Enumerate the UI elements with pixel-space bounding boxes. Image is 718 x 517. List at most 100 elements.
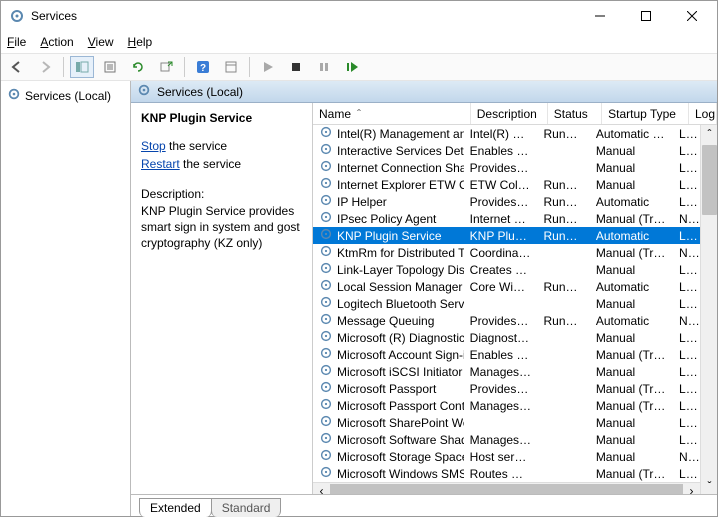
table-row[interactable]: Local Session ManagerCore Windo...Runnin… bbox=[313, 278, 700, 295]
service-startup: Manual bbox=[590, 144, 673, 158]
menu-view[interactable]: View bbox=[88, 35, 114, 49]
svg-text:?: ? bbox=[200, 63, 206, 74]
table-row[interactable]: Microsoft Account Sign-in ...Enables use… bbox=[313, 346, 700, 363]
service-description: Diagnostics ... bbox=[464, 331, 538, 345]
service-description: Manages so... bbox=[464, 433, 538, 447]
gear-icon bbox=[319, 142, 333, 159]
scroll-right-icon[interactable]: › bbox=[683, 483, 700, 495]
gear-icon bbox=[7, 87, 21, 104]
sort-asc-icon: ˆ bbox=[357, 107, 361, 121]
table-row[interactable]: Internet Connection Sharin...Provides ne… bbox=[313, 159, 700, 176]
table-row[interactable]: Internet Explorer ETW Colle...ETW Collec… bbox=[313, 176, 700, 193]
table-row[interactable]: Microsoft Software Shadow...Manages so..… bbox=[313, 431, 700, 448]
table-row[interactable]: Microsoft (R) Diagnostics H...Diagnostic… bbox=[313, 329, 700, 346]
table-row[interactable]: Microsoft iSCSI Initiator Ser...Manages … bbox=[313, 363, 700, 380]
tab-extended[interactable]: Extended bbox=[139, 498, 212, 517]
table-row[interactable]: IP HelperProvides tu...RunningAutomaticL… bbox=[313, 193, 700, 210]
service-logon: Net bbox=[673, 246, 700, 260]
table-row[interactable]: Microsoft Passport ContainerManages lo..… bbox=[313, 397, 700, 414]
table-row[interactable]: Message QueuingProvides a ...RunningAuto… bbox=[313, 312, 700, 329]
table-row[interactable]: Microsoft Storage Spaces S...Host servic… bbox=[313, 448, 700, 465]
maximize-button[interactable] bbox=[623, 1, 669, 31]
service-name: Message Queuing bbox=[337, 314, 434, 328]
start-service-button[interactable] bbox=[256, 56, 280, 78]
properties-button[interactable] bbox=[98, 56, 122, 78]
tree-node-label: Services (Local) bbox=[25, 89, 111, 103]
scroll-left-icon[interactable]: ‹ bbox=[313, 483, 330, 495]
service-description: Provides tu... bbox=[464, 195, 538, 209]
service-description: Host service... bbox=[464, 450, 538, 464]
table-row[interactable]: Link-Layer Topology Discov...Creates a N… bbox=[313, 261, 700, 278]
service-name: Microsoft Account Sign-in ... bbox=[337, 348, 464, 362]
restart-service-link[interactable]: Restart bbox=[141, 157, 180, 171]
table-row[interactable]: Logitech Bluetooth ServiceManualLoc bbox=[313, 295, 700, 312]
gear-icon bbox=[319, 380, 333, 397]
service-description: Provides pr... bbox=[464, 382, 538, 396]
table-row[interactable]: Microsoft Windows SMS Ro...Routes mes...… bbox=[313, 465, 700, 482]
tab-standard[interactable]: Standard bbox=[211, 498, 282, 517]
export-button[interactable] bbox=[154, 56, 178, 78]
vertical-scrollbar[interactable]: ˆ ˇ bbox=[700, 125, 717, 494]
service-name: Microsoft Software Shadow... bbox=[337, 433, 464, 447]
table-row[interactable]: KNP Plugin ServiceKNP Plugin ...RunningA… bbox=[313, 227, 700, 244]
column-status[interactable]: Status bbox=[548, 103, 602, 124]
pause-service-button[interactable] bbox=[312, 56, 336, 78]
column-name[interactable]: Nameˆ bbox=[313, 103, 471, 124]
tree-node-services-local[interactable]: Services (Local) bbox=[5, 85, 126, 106]
service-description: Manages In... bbox=[464, 365, 538, 379]
vertical-scroll-thumb[interactable] bbox=[702, 145, 717, 215]
table-row[interactable]: Microsoft Passport Provides pr... Manual (… bbox=[313, 380, 700, 397]
service-logon: Net bbox=[673, 450, 700, 464]
stop-service-link[interactable]: Stop bbox=[141, 139, 166, 153]
service-status: Running bbox=[538, 178, 590, 192]
service-name: Microsoft Passport bbox=[337, 382, 436, 396]
gear-icon bbox=[319, 193, 333, 210]
stop-service-button[interactable] bbox=[284, 56, 308, 78]
restart-service-button[interactable] bbox=[340, 56, 364, 78]
service-status: Running bbox=[538, 212, 590, 226]
description-text: KNP Plugin Service provides smart sign i… bbox=[141, 203, 302, 252]
service-startup: Manual bbox=[590, 331, 673, 345]
pane-header: Services (Local) bbox=[131, 81, 717, 103]
gear-icon bbox=[137, 83, 151, 100]
service-startup: Manual bbox=[590, 297, 673, 311]
service-name: Interactive Services Detection bbox=[337, 144, 464, 158]
scroll-down-icon[interactable]: ˇ bbox=[701, 477, 717, 494]
minimize-button[interactable] bbox=[577, 1, 623, 31]
column-logon[interactable]: Log bbox=[689, 103, 717, 124]
horizontal-scroll-thumb[interactable] bbox=[330, 484, 683, 495]
toolbar-props-icon[interactable] bbox=[219, 56, 243, 78]
table-row[interactable]: KtmRm for Distributed Tran...Coordinates… bbox=[313, 244, 700, 261]
refresh-button[interactable] bbox=[126, 56, 150, 78]
table-row[interactable]: Intel(R) Management and S...Intel(R) Ma.… bbox=[313, 125, 700, 142]
menu-file[interactable]: File bbox=[7, 35, 26, 49]
back-button[interactable] bbox=[5, 56, 29, 78]
forward-button[interactable] bbox=[33, 56, 57, 78]
service-name: IP Helper bbox=[337, 195, 387, 209]
gear-icon bbox=[319, 159, 333, 176]
service-name: Microsoft (R) Diagnostics H... bbox=[337, 331, 464, 345]
menu-help[interactable]: Help bbox=[128, 35, 153, 49]
service-name: Local Session Manager bbox=[337, 280, 462, 294]
close-button[interactable] bbox=[669, 1, 715, 31]
service-startup: Manual (Trig... bbox=[590, 382, 673, 396]
service-logon: Net bbox=[673, 212, 700, 226]
gear-icon bbox=[319, 448, 333, 465]
horizontal-scrollbar[interactable]: ‹ › bbox=[313, 482, 700, 494]
table-row[interactable]: IPsec Policy AgentInternet Pro...Running… bbox=[313, 210, 700, 227]
menu-action[interactable]: Action bbox=[40, 35, 73, 49]
scroll-up-icon[interactable]: ˆ bbox=[701, 125, 717, 142]
detail-panel: KNP Plugin Service Stop the service Rest… bbox=[131, 103, 313, 494]
column-description[interactable]: Description bbox=[471, 103, 548, 124]
table-row[interactable]: Interactive Services DetectionEnables us… bbox=[313, 142, 700, 159]
column-startup[interactable]: Startup Type bbox=[602, 103, 689, 124]
gear-icon bbox=[319, 431, 333, 448]
show-hide-tree-button[interactable] bbox=[70, 56, 94, 78]
gear-icon bbox=[319, 244, 333, 261]
service-name: KNP Plugin Service bbox=[337, 229, 442, 243]
table-row[interactable]: Microsoft SharePoint Works...ManualLoc bbox=[313, 414, 700, 431]
service-name: Microsoft SharePoint Works... bbox=[337, 416, 464, 430]
help-button[interactable]: ? bbox=[191, 56, 215, 78]
service-name: Logitech Bluetooth Service bbox=[337, 297, 464, 311]
service-startup: Manual bbox=[590, 263, 673, 277]
